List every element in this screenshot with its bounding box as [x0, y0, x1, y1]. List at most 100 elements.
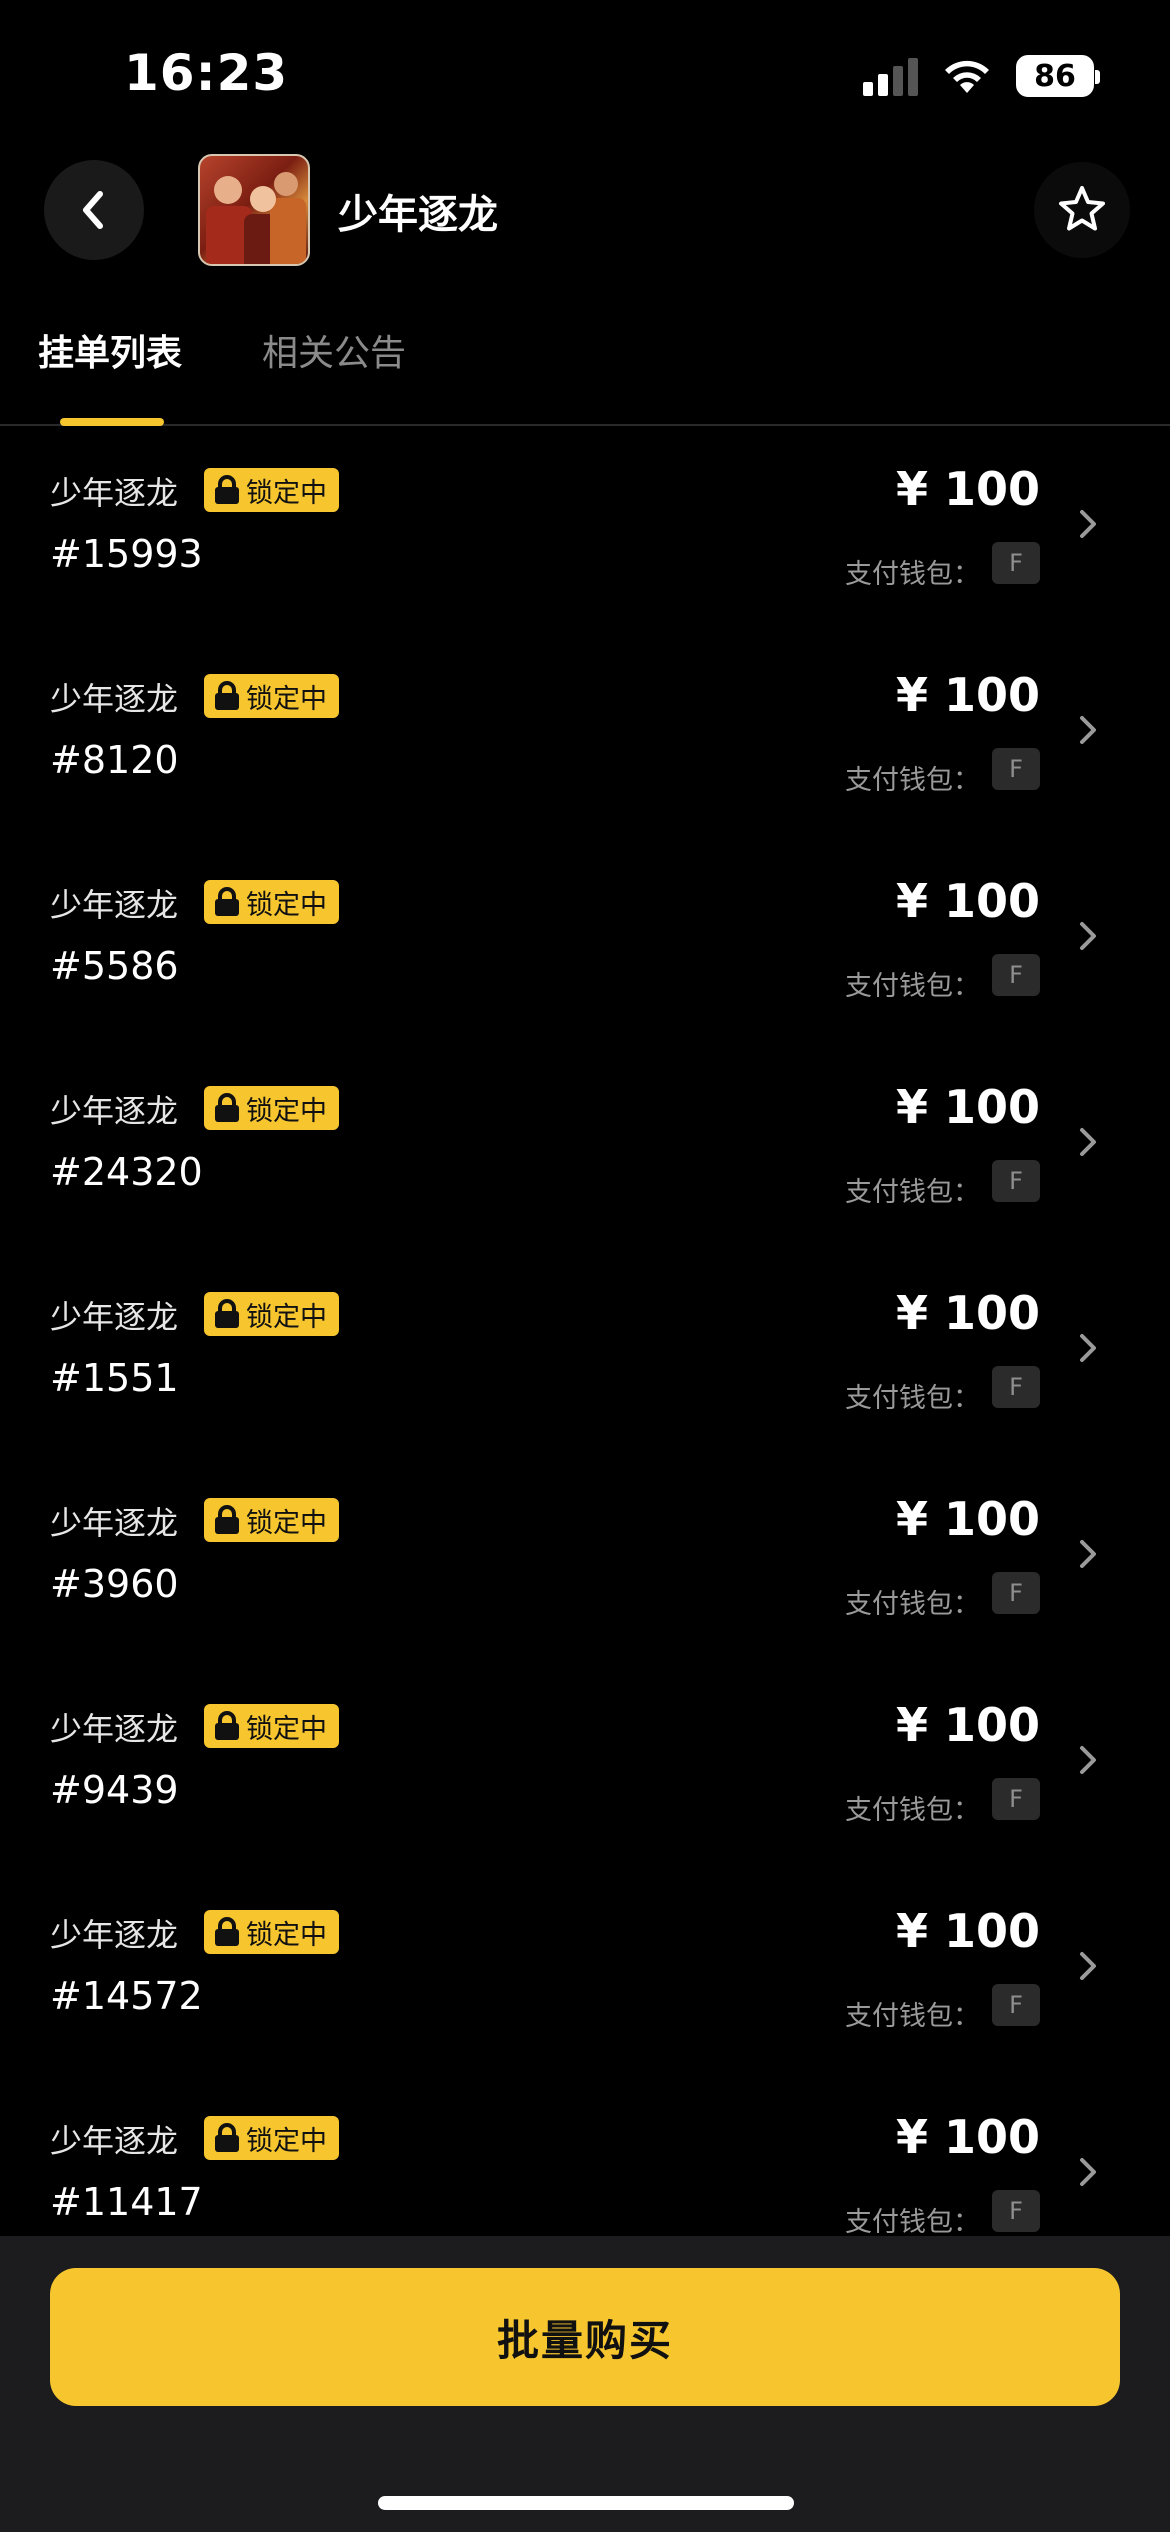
wallet-label: 支付钱包：	[845, 765, 980, 796]
chevron-right-icon	[1080, 1746, 1096, 1774]
listing-name: 少年逐龙	[50, 886, 179, 924]
status-badge: 锁定中	[204, 1086, 339, 1130]
listing-price: ¥ 100	[895, 1492, 1040, 1546]
lock-icon	[215, 681, 239, 710]
lock-icon	[215, 1299, 239, 1328]
tab-listings[interactable]: 挂单列表	[38, 324, 182, 376]
listing-id: #24320	[50, 1150, 203, 1194]
wallet-label: 支付钱包：	[845, 1589, 980, 1620]
listing-row[interactable]: 少年逐龙 锁定中 #3960 ¥ 100 支付钱包： F	[0, 1456, 1170, 1662]
listing-row[interactable]: 少年逐龙 锁定中 #15993 ¥ 100 支付钱包： F	[0, 426, 1170, 632]
status-badge: 锁定中	[204, 1704, 339, 1748]
chevron-right-icon	[1080, 1952, 1096, 1980]
page-title: 少年逐龙	[338, 192, 498, 238]
bottom-action-bar: 批量购买	[0, 2236, 1170, 2532]
listing-price: ¥ 100	[895, 1698, 1040, 1752]
listing-name: 少年逐龙	[50, 1710, 179, 1748]
status-time: 16:23	[124, 44, 289, 102]
listing-id: #14572	[50, 1974, 203, 2018]
listing-id: #9439	[50, 1768, 179, 1812]
status-badge: 锁定中	[204, 880, 339, 924]
status-badge-label: 锁定中	[246, 889, 327, 921]
lock-icon	[215, 1093, 239, 1122]
status-icons: 86	[863, 52, 1100, 100]
listing-id: #11417	[50, 2180, 203, 2224]
listing-price: ¥ 100	[895, 1080, 1040, 1134]
battery-level: 86	[1034, 58, 1076, 94]
active-tab-indicator	[60, 418, 164, 426]
wallet-label: 支付钱包：	[845, 971, 980, 1002]
listing-name: 少年逐龙	[50, 1504, 179, 1542]
listing-name: 少年逐龙	[50, 680, 179, 718]
listing-price: ¥ 100	[895, 1904, 1040, 1958]
lock-icon	[215, 1505, 239, 1534]
cellular-signal-icon	[863, 56, 918, 96]
wallet-label: 支付钱包：	[845, 1383, 980, 1414]
status-badge: 锁定中	[204, 468, 339, 512]
listing-price: ¥ 100	[895, 1286, 1040, 1340]
favorite-button[interactable]	[1034, 162, 1130, 258]
wallet-tag: F	[992, 1366, 1040, 1408]
lock-icon	[215, 1917, 239, 1946]
collection-thumbnail	[198, 154, 310, 266]
listing-row[interactable]: 少年逐龙 锁定中 #9439 ¥ 100 支付钱包： F	[0, 1662, 1170, 1868]
listing-price: ¥ 100	[895, 2110, 1040, 2164]
listing-price: ¥ 100	[895, 874, 1040, 928]
listing-name: 少年逐龙	[50, 474, 179, 512]
chevron-right-icon	[1080, 922, 1096, 950]
lock-icon	[215, 475, 239, 504]
wallet-label: 支付钱包：	[845, 559, 980, 590]
status-badge: 锁定中	[204, 674, 339, 718]
listing-price: ¥ 100	[895, 668, 1040, 722]
wallet-label: 支付钱包：	[845, 1795, 980, 1826]
chevron-left-icon	[83, 191, 103, 229]
status-badge-label: 锁定中	[246, 1507, 327, 1539]
status-badge-label: 锁定中	[246, 1713, 327, 1745]
battery-icon: 86	[1016, 55, 1100, 97]
status-badge: 锁定中	[204, 2116, 339, 2160]
lock-icon	[215, 887, 239, 916]
wallet-tag: F	[992, 1778, 1040, 1820]
listing-id: #1551	[50, 1356, 179, 1400]
chevron-right-icon	[1080, 1334, 1096, 1362]
listing-name: 少年逐龙	[50, 2122, 179, 2160]
status-badge: 锁定中	[204, 1498, 339, 1542]
wallet-tag: F	[992, 748, 1040, 790]
bulk-buy-button[interactable]: 批量购买	[50, 2268, 1120, 2406]
home-indicator[interactable]	[378, 2496, 794, 2510]
listing-row[interactable]: 少年逐龙 锁定中 #5586 ¥ 100 支付钱包： F	[0, 838, 1170, 1044]
status-badge-label: 锁定中	[246, 477, 327, 509]
chevron-right-icon	[1080, 1128, 1096, 1156]
tab-bar: 挂单列表 相关公告	[0, 280, 1170, 426]
listing-row[interactable]: 少年逐龙 锁定中 #11417 ¥ 100 支付钱包： F	[0, 2074, 1170, 2236]
status-badge-label: 锁定中	[246, 2125, 327, 2157]
wallet-tag: F	[992, 542, 1040, 584]
status-badge: 锁定中	[204, 1292, 339, 1336]
lock-icon	[215, 2123, 239, 2152]
listing-row[interactable]: 少年逐龙 锁定中 #8120 ¥ 100 支付钱包： F	[0, 632, 1170, 838]
listing-row[interactable]: 少年逐龙 锁定中 #14572 ¥ 100 支付钱包： F	[0, 1868, 1170, 2074]
listing-id: #3960	[50, 1562, 179, 1606]
listing-list: 少年逐龙 锁定中 #15993 ¥ 100 支付钱包： F 少年逐龙 锁定中 #…	[0, 426, 1170, 2236]
chevron-right-icon	[1080, 716, 1096, 744]
back-button[interactable]	[44, 160, 144, 260]
listing-row[interactable]: 少年逐龙 锁定中 #1551 ¥ 100 支付钱包： F	[0, 1250, 1170, 1456]
status-badge-label: 锁定中	[246, 1095, 327, 1127]
chevron-right-icon	[1080, 2158, 1096, 2186]
star-icon	[1059, 186, 1105, 231]
tab-announcements[interactable]: 相关公告	[262, 324, 406, 376]
listing-name: 少年逐龙	[50, 1298, 179, 1336]
listing-id: #5586	[50, 944, 179, 988]
listing-name: 少年逐龙	[50, 1092, 179, 1130]
listing-name: 少年逐龙	[50, 1916, 179, 1954]
listing-id: #15993	[50, 532, 203, 576]
listing-id: #8120	[50, 738, 179, 782]
header: 少年逐龙	[0, 150, 1170, 280]
wallet-label: 支付钱包：	[845, 2207, 980, 2236]
status-badge-label: 锁定中	[246, 1919, 327, 1951]
chevron-right-icon	[1080, 510, 1096, 538]
listing-row[interactable]: 少年逐龙 锁定中 #24320 ¥ 100 支付钱包： F	[0, 1044, 1170, 1250]
wallet-tag: F	[992, 1984, 1040, 2026]
wallet-tag: F	[992, 2190, 1040, 2232]
chevron-right-icon	[1080, 1540, 1096, 1568]
